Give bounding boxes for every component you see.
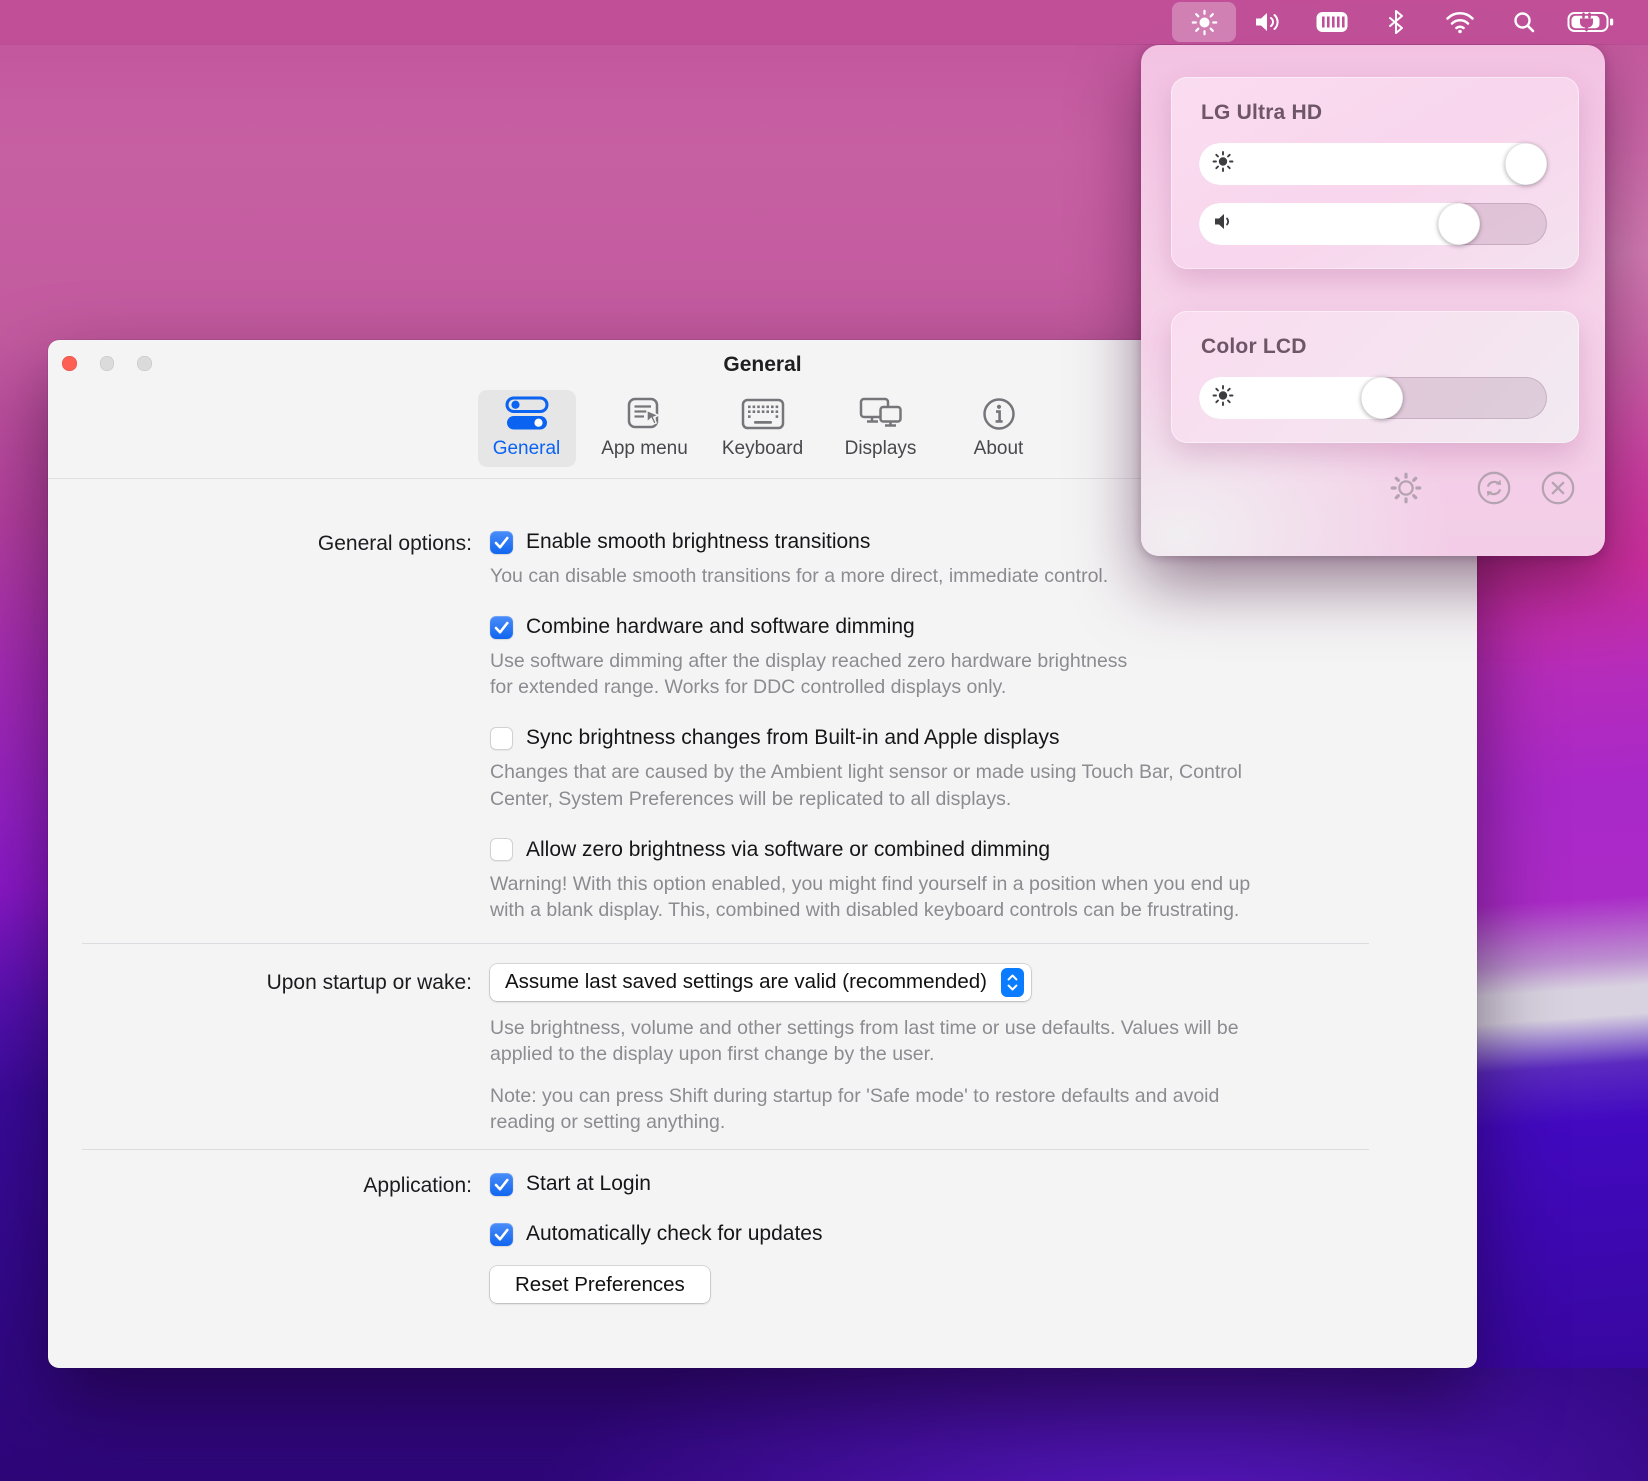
option-start-at-login: Start at Login <box>490 1172 1477 1196</box>
option-description: Changes that are caused by the Ambient l… <box>490 759 1477 811</box>
volume-icon <box>1254 10 1282 34</box>
option-description: Use software dimming after the display r… <box>490 648 1477 700</box>
checkbox-label[interactable]: Sync brightness changes from Built-in an… <box>526 726 1059 750</box>
tab-label: App menu <box>601 438 688 460</box>
tab-keyboard[interactable]: Keyboard <box>714 390 812 467</box>
option-description: You can disable smooth transitions for a… <box>490 563 1477 589</box>
checkbox-label[interactable]: Start at Login <box>526 1172 651 1196</box>
option-combine-dimming: Combine hardware and software dimming Us… <box>490 615 1477 700</box>
option-description: Warning! With this option enabled, you m… <box>490 871 1477 923</box>
section-divider <box>82 1149 1369 1150</box>
general-options-label: General options: <box>48 530 490 923</box>
option-auto-updates: Automatically check for updates <box>490 1222 1477 1246</box>
keyboard-icon <box>741 393 785 435</box>
settings-content: General options: Enable smooth brightnes… <box>48 479 1477 1303</box>
checkbox-label[interactable]: Combine hardware and software dimming <box>526 615 915 639</box>
search-icon <box>1512 10 1536 34</box>
startup-label: Upon startup or wake: <box>48 964 490 1136</box>
battery-charging-icon <box>1567 9 1615 35</box>
toggles-icon <box>504 393 550 435</box>
tab-label: About <box>974 438 1024 460</box>
info-icon <box>981 393 1017 435</box>
brightness-slider[interactable] <box>1199 377 1547 419</box>
slider-knob[interactable] <box>1361 377 1403 419</box>
startup-dropdown[interactable]: Assume last saved settings are valid (re… <box>490 964 1031 1001</box>
checkbox[interactable] <box>490 838 513 861</box>
checkbox[interactable] <box>490 1173 513 1196</box>
tab-label: Displays <box>845 438 917 460</box>
menubar-brightness-item[interactable] <box>1172 2 1236 42</box>
application-row: Application: Start at Login Automaticall… <box>48 1172 1477 1303</box>
startup-note: Note: you can press Shift during startup… <box>490 1083 1477 1135</box>
startup-description: Use brightness, volume and other setting… <box>490 1015 1477 1067</box>
option-sync-brightness: Sync brightness changes from Built-in an… <box>490 726 1477 811</box>
bluetooth-icon <box>1387 9 1405 35</box>
brightness-icon <box>1191 9 1218 36</box>
volume-icon <box>1212 211 1234 238</box>
menubar-wifi-item[interactable] <box>1428 2 1492 42</box>
checkbox-label[interactable]: Automatically check for updates <box>526 1222 822 1246</box>
checkbox[interactable] <box>490 531 513 554</box>
brightness-slider[interactable] <box>1199 143 1547 185</box>
general-options-row: General options: Enable smooth brightnes… <box>48 530 1477 923</box>
section-divider <box>82 943 1369 944</box>
menubar-bluetooth-item[interactable] <box>1364 2 1428 42</box>
checkbox-label[interactable]: Allow zero brightness via software or co… <box>526 838 1050 862</box>
tab-app-menu[interactable]: App menu <box>596 390 694 467</box>
tab-general[interactable]: General <box>478 390 576 467</box>
tab-about[interactable]: About <box>950 390 1048 467</box>
tab-displays[interactable]: Displays <box>832 390 930 467</box>
wifi-icon <box>1445 10 1475 34</box>
brightness-popover: LG Ultra HD <box>1141 45 1605 556</box>
startup-row: Upon startup or wake: Assume last saved … <box>48 964 1477 1136</box>
displays-icon <box>859 393 903 435</box>
display-name: LG Ultra HD <box>1171 77 1579 125</box>
keyboard-brightness-icon <box>1315 10 1349 34</box>
close-icon[interactable] <box>1539 469 1577 512</box>
popover-actions <box>1141 469 1577 512</box>
brightness-icon <box>1212 151 1234 178</box>
startup-dropdown-value: Assume last saved settings are valid (re… <box>505 970 987 994</box>
tab-label: General <box>493 438 561 460</box>
reset-preferences-button[interactable]: Reset Preferences <box>490 1266 710 1303</box>
refresh-icon[interactable] <box>1475 469 1513 512</box>
slider-fill <box>1199 143 1547 185</box>
application-label: Application: <box>48 1172 490 1303</box>
option-zero-brightness: Allow zero brightness via software or co… <box>490 838 1477 923</box>
checkbox[interactable] <box>490 616 513 639</box>
checkbox[interactable] <box>490 727 513 750</box>
volume-slider[interactable] <box>1199 203 1547 245</box>
menubar-battery-item[interactable] <box>1556 2 1626 42</box>
menubar-search-item[interactable] <box>1492 2 1556 42</box>
slider-knob[interactable] <box>1505 143 1547 185</box>
display-name: Color LCD <box>1171 311 1579 359</box>
checkbox-label[interactable]: Enable smooth brightness transitions <box>526 530 870 554</box>
menu-bar <box>0 0 1648 44</box>
slider-knob[interactable] <box>1438 203 1480 245</box>
tab-label: Keyboard <box>722 438 803 460</box>
chevron-up-down-icon <box>1001 968 1024 997</box>
display-card-colorlcd: Color LCD <box>1171 311 1579 443</box>
menubar-keyboard-brightness-item[interactable] <box>1300 2 1364 42</box>
display-card-lg: LG Ultra HD <box>1171 77 1579 269</box>
menubar-volume-item[interactable] <box>1236 2 1300 42</box>
checkbox[interactable] <box>490 1223 513 1246</box>
brightness-icon <box>1212 385 1234 412</box>
gear-icon[interactable] <box>1387 469 1425 512</box>
app-menu-icon <box>625 393 665 435</box>
